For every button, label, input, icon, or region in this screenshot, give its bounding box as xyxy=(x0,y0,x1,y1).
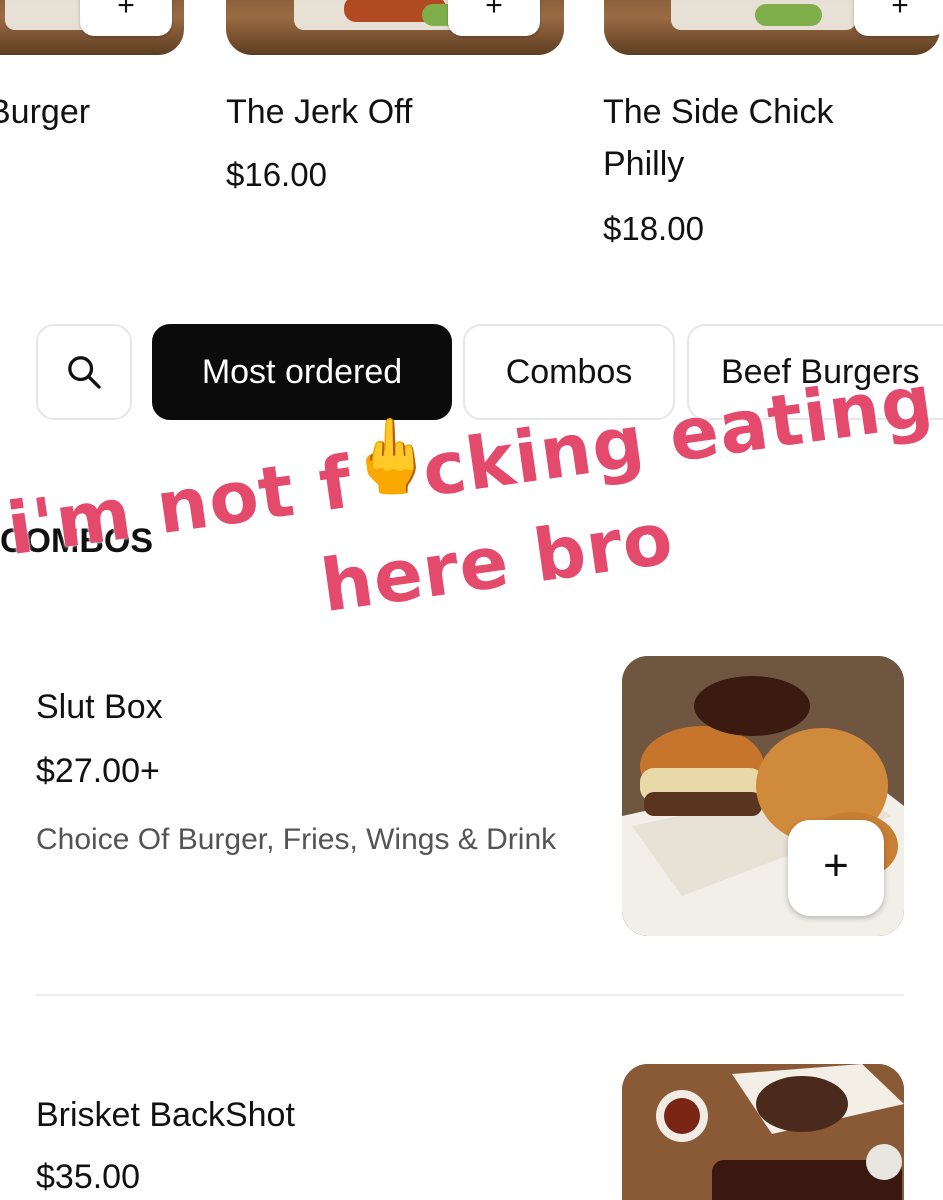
search-icon xyxy=(68,356,101,389)
carousel-item-image[interactable]: + xyxy=(0,0,184,55)
carousel-item-name[interactable]: The Side Chick Philly xyxy=(603,86,903,190)
food-photo-illustration xyxy=(622,1064,904,1200)
menu-item-title: Brisket BackShot xyxy=(36,1096,295,1134)
menu-item-price: $35.00 xyxy=(36,1158,140,1196)
add-to-cart-button[interactable]: + xyxy=(788,820,884,916)
carousel-item-price: $16.00 xyxy=(226,156,327,193)
carousel-item-image[interactable]: + xyxy=(604,0,940,55)
carousel-add-button[interactable]: + xyxy=(854,0,940,36)
tab-most-ordered[interactable]: Most ordered xyxy=(152,324,452,420)
menu-item-price: $27.00+ xyxy=(36,752,160,790)
recommended-carousel: + + + Burger The Jerk Off $16.00 The Sid… xyxy=(0,0,943,270)
carousel-item-price: $18.00 xyxy=(603,210,704,247)
item-divider xyxy=(36,994,904,996)
carousel-item-image[interactable]: + xyxy=(226,0,564,55)
carousel-item-name[interactable]: Burger xyxy=(0,86,90,138)
search-button[interactable] xyxy=(36,324,132,420)
menu-item-photo[interactable] xyxy=(622,1064,904,1200)
menu-item-description: Choice Of Burger, Fries, Wings & Drink xyxy=(36,823,557,856)
middle-finger-emoji: 🖕 xyxy=(346,417,436,497)
carousel-item-name[interactable]: The Jerk Off xyxy=(226,86,412,138)
carousel-add-button[interactable]: + xyxy=(448,0,540,36)
carousel-add-button[interactable]: + xyxy=(80,0,172,36)
menu-item-title: Slut Box xyxy=(36,688,163,726)
